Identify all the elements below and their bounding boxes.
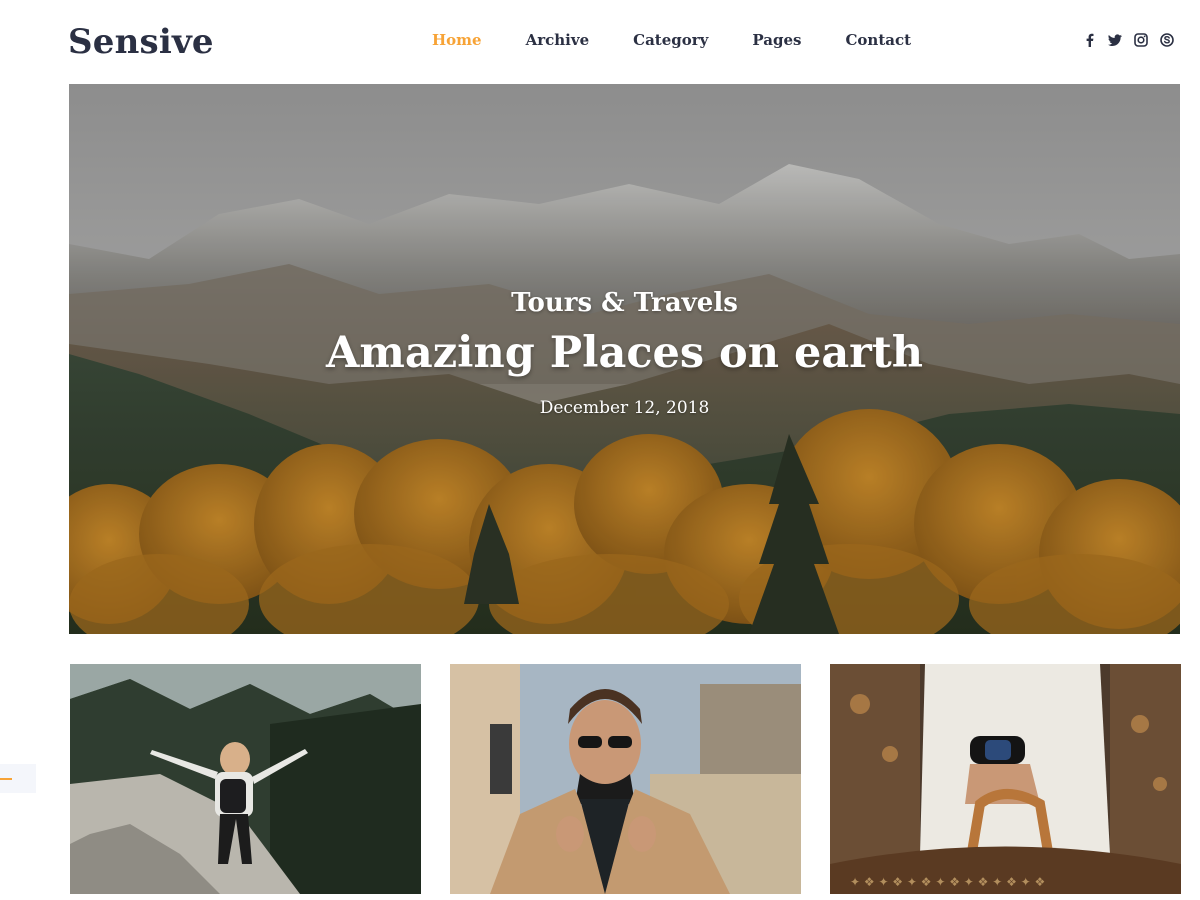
hiker-image: [70, 664, 421, 894]
man-image: [450, 664, 801, 894]
instagram-icon[interactable]: [1134, 33, 1148, 47]
nav-pages[interactable]: Pages: [752, 31, 801, 49]
hero-content: Tours & Travels Amazing Places on earth …: [69, 84, 1180, 634]
post-card-man[interactable]: [450, 664, 801, 894]
hero-category[interactable]: Tours & Travels: [69, 288, 1180, 318]
side-toggle[interactable]: [0, 764, 36, 793]
nav-archive[interactable]: Archive: [526, 31, 590, 49]
twitter-icon[interactable]: [1108, 33, 1122, 47]
hero-banner[interactable]: Tours & Travels Amazing Places on earth …: [69, 84, 1180, 634]
main-nav: Home Archive Category Pages Contact: [432, 31, 955, 49]
accent-line: [0, 778, 12, 780]
hero-date: December 12, 2018: [539, 398, 710, 418]
svg-text:✦ ❖ ✦ ❖ ✦ ❖ ✦ ❖ ✦ ❖ ✦ ❖ ✦ ❖: ✦ ❖ ✦ ❖ ✦ ❖ ✦ ❖ ✦ ❖ ✦ ❖ ✦ ❖: [850, 875, 1045, 889]
skype-icon[interactable]: [1160, 33, 1174, 47]
nav-contact[interactable]: Contact: [845, 31, 911, 49]
post-card-watch[interactable]: ✦ ❖ ✦ ❖ ✦ ❖ ✦ ❖ ✦ ❖ ✦ ❖ ✦ ❖: [830, 664, 1181, 894]
post-card-hiker[interactable]: [70, 664, 421, 894]
site-logo[interactable]: Sensive: [68, 22, 214, 62]
nav-category[interactable]: Category: [633, 31, 708, 49]
hero-title[interactable]: Amazing Places on earth: [69, 328, 1180, 378]
site-header: Sensive Home Archive Category Pages Cont…: [0, 0, 1200, 84]
nav-home[interactable]: Home: [432, 31, 482, 49]
watch-bag-image: ✦ ❖ ✦ ❖ ✦ ❖ ✦ ❖ ✦ ❖ ✦ ❖ ✦ ❖: [830, 664, 1181, 894]
social-links: [1082, 33, 1174, 47]
facebook-icon[interactable]: [1082, 33, 1096, 47]
